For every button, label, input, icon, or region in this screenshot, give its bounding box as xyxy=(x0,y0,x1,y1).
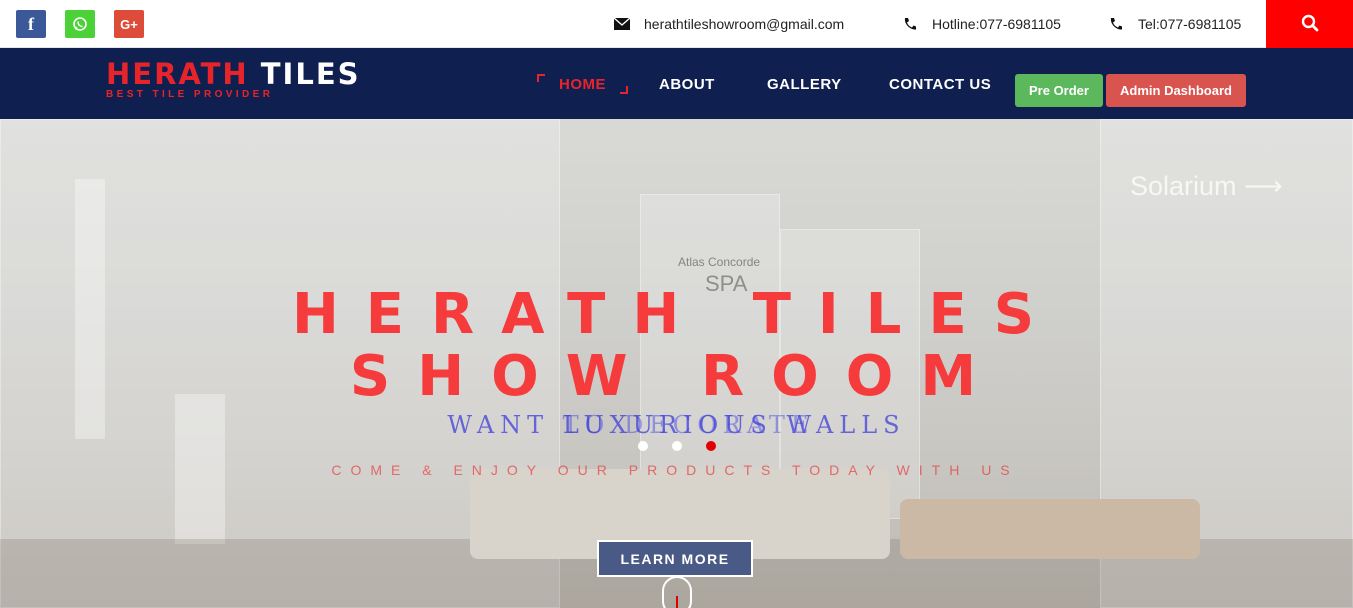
logo-title: HERATH TILES xyxy=(106,58,361,90)
active-nav-bracket-top xyxy=(537,74,545,82)
slider-dot-1[interactable] xyxy=(638,441,648,451)
phone-icon xyxy=(902,17,918,31)
hero-tagline: COME & ENJOY OUR PRODUCTS TODAY WITH US xyxy=(331,462,1019,478)
nav-home[interactable]: HOME xyxy=(559,76,606,93)
slider-dot-3[interactable] xyxy=(706,441,716,451)
whatsapp-glyph-icon xyxy=(73,17,87,31)
search-icon xyxy=(1301,14,1319,35)
contact-tel[interactable]: Tel:077-6981105 xyxy=(1108,16,1241,32)
hotline-text: Hotline:077-6981105 xyxy=(932,16,1061,32)
phone-icon xyxy=(1108,17,1124,31)
logo-title-white: TILES xyxy=(260,57,361,91)
logo-title-red: HERATH xyxy=(106,57,249,91)
top-bar: f G+ herathtileshowroom@gmail.com Hotlin… xyxy=(0,0,1353,48)
email-text: herathtileshowroom@gmail.com xyxy=(644,16,845,32)
search-button[interactable] xyxy=(1266,0,1353,48)
admin-dashboard-button[interactable]: Admin Dashboard xyxy=(1106,74,1246,107)
pre-order-button[interactable]: Pre Order xyxy=(1015,74,1103,107)
learn-more-button[interactable]: LEARN MORE xyxy=(597,540,753,577)
active-nav-bracket-bottom xyxy=(620,86,628,94)
hero-bg-solarium-label: Solarium ⟶ xyxy=(1130,171,1283,201)
hero-bg-brand-label: Atlas Concorde xyxy=(678,255,761,269)
nav-gallery[interactable]: GALLERY xyxy=(767,76,842,93)
google-plus-icon[interactable]: G+ xyxy=(114,10,144,38)
tel-text: Tel:077-6981105 xyxy=(1138,16,1242,32)
scroll-down-indicator xyxy=(676,596,678,608)
hero-bg-pedestal xyxy=(175,394,225,544)
scroll-down-icon[interactable] xyxy=(662,576,692,608)
hero-title: HERATH TILES SHOW ROOM xyxy=(291,282,1062,409)
slider-dot-2[interactable] xyxy=(672,441,682,451)
hero-subtitle-b: TO DECORATE xyxy=(562,411,815,439)
nav-contact-us[interactable]: CONTACT US xyxy=(889,76,991,93)
hero-bg-table xyxy=(900,499,1200,559)
nav-about[interactable]: ABOUT xyxy=(659,76,715,93)
whatsapp-icon[interactable] xyxy=(65,10,95,38)
facebook-icon[interactable]: f xyxy=(16,10,46,38)
contact-email[interactable]: herathtileshowroom@gmail.com xyxy=(614,16,844,32)
slider-dots xyxy=(638,441,716,451)
hero-slider: Solarium ⟶ Atlas Concorde SPA HERATH TIL… xyxy=(0,119,1353,608)
contact-hotline[interactable]: Hotline:077-6981105 xyxy=(902,16,1061,32)
site-logo[interactable]: HERATH TILES BEST TILE PROVIDER xyxy=(106,58,361,100)
hero-bg-pillar xyxy=(75,179,105,439)
envelope-icon xyxy=(614,17,630,31)
